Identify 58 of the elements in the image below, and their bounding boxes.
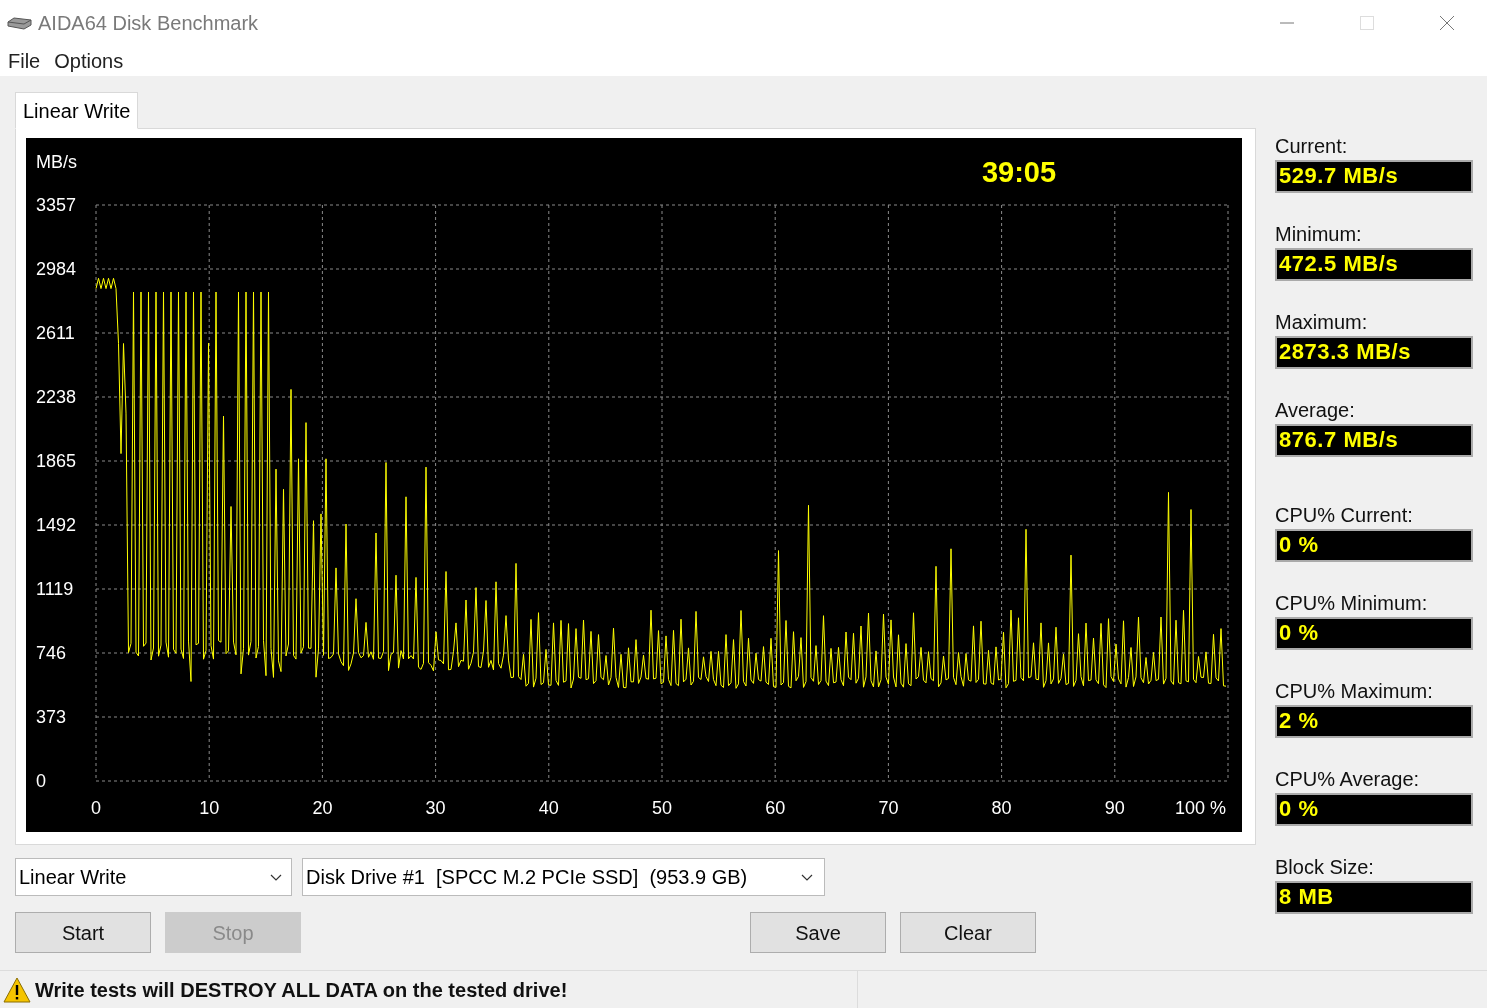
y-tick-label: 2984 xyxy=(36,259,77,279)
stat-label: CPU% Minimum: xyxy=(1275,591,1429,616)
x-tick-label: 20 xyxy=(312,798,333,818)
warning-icon xyxy=(3,976,31,1003)
stat-label: CPU% Maximum: xyxy=(1275,679,1434,704)
x-tick-label: 70 xyxy=(878,798,899,818)
y-tick-label: 2611 xyxy=(36,323,75,343)
stat-label: CPU% Average: xyxy=(1275,767,1421,792)
clear-button[interactable]: Clear xyxy=(900,912,1036,953)
tab[interactable]: Linear Write xyxy=(15,92,139,129)
y-tick-label: 1865 xyxy=(36,451,77,471)
drive-select[interactable]: Disk Drive #1 [SPCC M.2 PCIe SSD] (953.9 GB) xyxy=(302,858,825,896)
y-tick-label: 1119 xyxy=(36,579,74,599)
stat-value: 0 % xyxy=(1275,529,1473,562)
elapsed-timer: 39:05 xyxy=(981,156,1057,188)
stat-label: Current: xyxy=(1275,134,1349,159)
stat-value: 2873.3 MB/s xyxy=(1275,336,1473,369)
x-tick-label: 30 xyxy=(425,798,446,818)
y-tick-label: 746 xyxy=(36,643,67,663)
y-tick-label: 373 xyxy=(36,707,67,727)
stat-label: Average: xyxy=(1275,398,1356,423)
x-tick-label: 10 xyxy=(199,798,220,818)
x-tick-label: 90 xyxy=(1104,798,1125,818)
start-button[interactable]: Start xyxy=(15,912,151,953)
disk-drive-icon xyxy=(6,16,32,30)
stat-label: Block Size: xyxy=(1275,855,1375,880)
y-tick-label: 3357 xyxy=(36,195,77,215)
save-button[interactable]: Save xyxy=(750,912,886,953)
caret-icon xyxy=(270,873,282,881)
maximize-icon xyxy=(1360,16,1374,30)
caret-icon xyxy=(801,873,813,881)
menu-item[interactable]: Options xyxy=(54,46,124,76)
stat-value: 2 % xyxy=(1275,705,1473,738)
y-tick-label: 0 xyxy=(36,771,46,791)
x-tick-label: 40 xyxy=(538,798,559,818)
stat-value: 8 MB xyxy=(1275,881,1473,914)
stat-value: 0 % xyxy=(1275,793,1473,826)
x-tick-label: 80 xyxy=(991,798,1012,818)
x-tick-label: 100 % xyxy=(1174,798,1226,818)
stat-label: CPU% Current: xyxy=(1275,503,1414,528)
window-title: AIDA64 Disk Benchmark xyxy=(38,11,259,36)
stat-value: 876.7 MB/s xyxy=(1275,424,1473,457)
y-tick-label: 1492 xyxy=(36,515,77,535)
minimize-icon xyxy=(1280,22,1294,24)
y-tick-label: 2238 xyxy=(36,387,77,407)
stat-value: 0 % xyxy=(1275,617,1473,650)
stat-label: Maximum: xyxy=(1275,310,1369,335)
stat-label: Minimum: xyxy=(1275,222,1363,247)
stat-value: 472.5 MB/s xyxy=(1275,248,1473,281)
x-tick-label: 50 xyxy=(652,798,672,818)
warning-message: Write tests will DESTROY ALL DATA on the tested drive! xyxy=(35,977,568,1003)
x-tick-label: 60 xyxy=(765,798,786,818)
menu-item[interactable]: File xyxy=(8,46,41,76)
x-tick-label: 0 xyxy=(91,798,101,818)
close-icon xyxy=(1439,15,1455,31)
unit-label: MB/s xyxy=(36,152,77,172)
test-select[interactable]: Linear Write xyxy=(15,858,292,896)
stat-value: 529.7 MB/s xyxy=(1275,160,1473,193)
